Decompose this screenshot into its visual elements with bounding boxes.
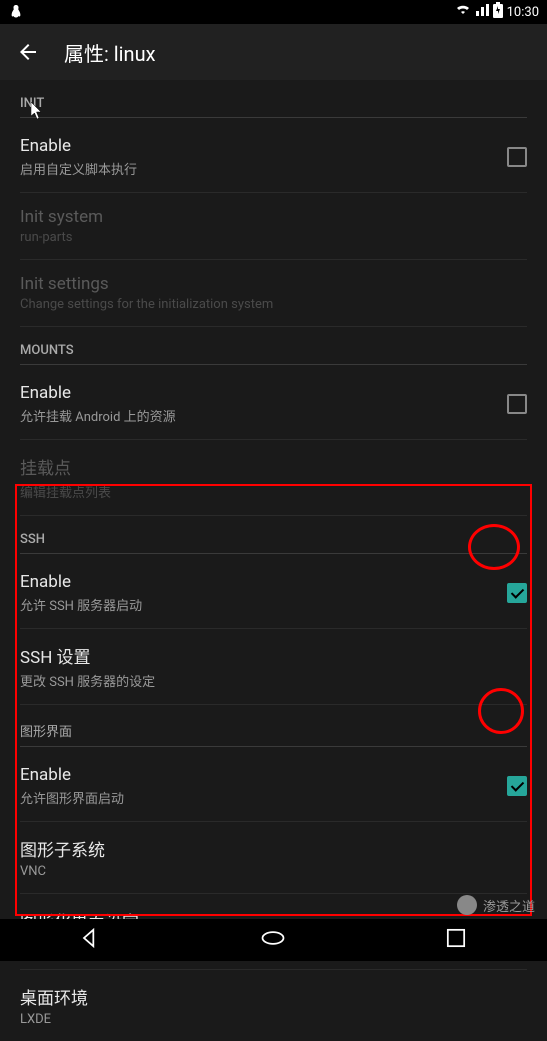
- checkbox-mounts-enable[interactable]: [507, 394, 527, 414]
- setting-mounts-enable[interactable]: Enable 允许挂载 Android 上的资源: [20, 369, 527, 440]
- setting-gui-enable[interactable]: Enable 允许图形界面启动: [20, 751, 527, 822]
- setting-mounts-point: 挂载点 编辑挂载点列表: [20, 440, 527, 516]
- navigation-bar: [0, 919, 547, 961]
- setting-subtitle: 更改 SSH 服务器的设定: [20, 671, 527, 690]
- status-left: [8, 4, 24, 20]
- wifi-icon: [455, 2, 471, 22]
- status-time: 10:30: [507, 5, 539, 20]
- setting-init-enable[interactable]: Enable 启用自定义脚本执行: [20, 122, 527, 193]
- setting-title: Enable: [20, 572, 507, 592]
- setting-subtitle: 允许 SSH 服务器启动: [20, 595, 507, 614]
- status-right: 10:30: [455, 2, 539, 22]
- section-ssh: SSH: [20, 516, 527, 554]
- wechat-icon: [457, 895, 477, 915]
- watermark: 渗透之道: [453, 891, 539, 919]
- setting-title: Enable: [20, 136, 507, 156]
- page-title: 属性: linux: [64, 38, 156, 67]
- battery-icon: [493, 2, 503, 22]
- watermark-text: 渗透之道: [483, 896, 535, 915]
- setting-gui-subsystem[interactable]: 图形子系统 VNC: [20, 822, 527, 894]
- signal-icon: [475, 3, 489, 21]
- section-mounts: MOUNTS: [20, 327, 527, 365]
- setting-gui-desktop[interactable]: 桌面环境 LXDE: [20, 970, 527, 1041]
- app-header: 属性: linux: [0, 24, 547, 80]
- section-init: INIT: [20, 80, 527, 118]
- checkbox-ssh-enable[interactable]: [507, 583, 527, 603]
- penguin-icon: [8, 4, 24, 20]
- setting-subtitle: 编辑挂载点列表: [20, 482, 527, 501]
- nav-recent-icon[interactable]: [442, 924, 470, 956]
- checkbox-gui-enable[interactable]: [507, 776, 527, 796]
- status-bar: 10:30: [0, 0, 547, 24]
- setting-subtitle: 允许挂载 Android 上的资源: [20, 406, 507, 425]
- setting-title: Init settings: [20, 274, 527, 294]
- setting-subtitle: Change settings for the initialization s…: [20, 297, 527, 312]
- setting-title: 桌面环境: [20, 984, 527, 1009]
- setting-title: Enable: [20, 383, 507, 403]
- back-arrow-icon[interactable]: [16, 40, 40, 64]
- setting-subtitle: 允许图形界面启动: [20, 788, 507, 807]
- setting-title: 图形子系统: [20, 836, 527, 861]
- setting-subtitle: 启用自定义脚本执行: [20, 159, 507, 178]
- setting-ssh-enable[interactable]: Enable 允许 SSH 服务器启动: [20, 558, 527, 629]
- setting-title: Init system: [20, 207, 527, 227]
- setting-title: 挂载点: [20, 454, 527, 479]
- setting-init-settings: Init settings Change settings for the in…: [20, 260, 527, 327]
- setting-subtitle: run-parts: [20, 230, 527, 245]
- setting-init-system: Init system run-parts: [20, 193, 527, 260]
- setting-title: SSH 设置: [20, 643, 527, 668]
- checkbox-init-enable[interactable]: [507, 147, 527, 167]
- setting-subtitle: VNC: [20, 864, 527, 879]
- nav-home-icon[interactable]: [259, 924, 287, 956]
- section-gui: 图形界面: [20, 705, 527, 747]
- setting-subtitle: LXDE: [20, 1012, 527, 1027]
- nav-back-icon[interactable]: [77, 924, 105, 956]
- setting-title: Enable: [20, 765, 507, 785]
- setting-ssh-settings[interactable]: SSH 设置 更改 SSH 服务器的设定: [20, 629, 527, 705]
